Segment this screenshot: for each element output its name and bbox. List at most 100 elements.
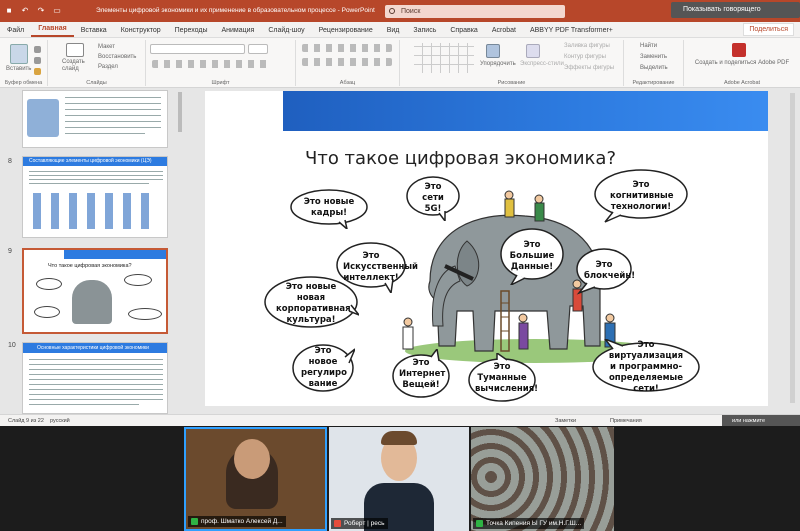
tab-animations[interactable]: Анимация (214, 27, 261, 37)
section-button[interactable]: Раздел (98, 64, 118, 70)
bubble-big-data: Это Большие Данные! (499, 227, 565, 285)
participant-name: проф. Шматко Алексей Д... (201, 518, 283, 525)
group-clipboard: Вставить Буфер обмена (0, 40, 48, 86)
tab-design[interactable]: Конструктор (114, 27, 168, 37)
tab-acrobat[interactable]: Acrobat (485, 27, 523, 37)
copy-icon[interactable] (34, 57, 41, 64)
thumbnail-slide-10[interactable]: Основные характеристики цифровой экономи… (22, 342, 168, 414)
new-slide-button[interactable]: Создать слайд (62, 59, 92, 73)
thumbnail-number: 9 (8, 248, 12, 255)
participant-video-3[interactable]: Точка Кипения Ы ГУ им.Н.Г.Ш... (471, 427, 614, 531)
paste-icon[interactable] (10, 44, 28, 64)
slide-counter: Слайд 9 из 22 (8, 418, 44, 424)
font-size-select[interactable] (248, 44, 268, 54)
video-participants-strip: проф. Шматко Алексей Д... Роберт | ресь … (0, 426, 800, 531)
tab-record[interactable]: Запись (406, 27, 443, 37)
select-button[interactable]: Выделить (640, 65, 668, 71)
thumbnail-slide-9[interactable]: Что такое цифровая экономика? (22, 248, 168, 334)
reset-button[interactable]: Восстановить (98, 54, 136, 60)
language-indicator[interactable]: русский (50, 418, 70, 424)
group-acrobat: Создать и поделиться Adobe PDF Adobe Acr… (684, 40, 800, 86)
bubble-text: Это Туманные вычисления! (475, 361, 539, 394)
participant-video-1[interactable]: проф. Шматко Алексей Д... (184, 427, 327, 531)
arrange-button[interactable]: Упорядочить (480, 61, 516, 67)
participant-video-2[interactable]: Роберт | ресь (329, 427, 469, 531)
tab-help[interactable]: Справка (443, 27, 484, 37)
show-speaker-overlay[interactable]: Показывать говорящего (671, 2, 800, 18)
slide-scrollbar[interactable] (790, 93, 795, 403)
tab-file[interactable]: Файл (0, 27, 31, 37)
start-slideshow-icon[interactable]: ▭ (52, 6, 62, 16)
find-button[interactable]: Найти (640, 43, 657, 49)
arrange-icon[interactable] (486, 44, 500, 58)
group-paragraph: Абзац (296, 40, 400, 86)
document-title: Элементы цифровой экономики и их примене… (96, 7, 375, 14)
editing-label: Редактирование (632, 80, 675, 86)
participant-name-tag: проф. Шматко Алексей Д... (188, 516, 286, 527)
tab-review[interactable]: Рецензирование (312, 27, 380, 37)
shape-effects-button[interactable]: Эффекты фигуры (564, 65, 614, 71)
quick-styles-icon[interactable] (526, 44, 540, 58)
save-icon[interactable]: ■ (4, 6, 14, 16)
ribbon: Вставить Буфер обмена Создать слайд Маке… (0, 38, 800, 88)
participant-name-tag: Точка Кипения Ы ГУ им.Н.Г.Ш... (473, 518, 585, 529)
thumb-elephant (72, 280, 112, 324)
layout-button[interactable]: Макет (98, 44, 115, 50)
mic-on-icon (191, 518, 198, 525)
shape-outline-button[interactable]: Контур фигуры (564, 54, 606, 60)
status-left: Слайд 9 из 22 русский (8, 418, 70, 424)
format-painter-icon[interactable] (34, 68, 41, 75)
quick-styles-button[interactable]: Экспресс-стили (520, 61, 564, 67)
redo-icon[interactable]: ↷ (36, 6, 46, 16)
search-icon (389, 8, 395, 14)
shape-fill-button[interactable]: Заливка фигуры (564, 43, 610, 49)
current-slide[interactable]: Что такое цифровая экономика? Это новые … (205, 91, 768, 406)
paste-button[interactable]: Вставить (6, 66, 31, 72)
replace-button[interactable]: Заменить (640, 54, 667, 60)
undo-icon[interactable]: ↶ (20, 6, 30, 16)
font-format-buttons[interactable] (152, 60, 272, 68)
tab-slideshow[interactable]: Слайд-шоу (261, 27, 311, 37)
thumbnail-slide-7[interactable] (22, 90, 168, 148)
thumb-icons-row (33, 193, 159, 229)
tab-view[interactable]: Вид (380, 27, 407, 37)
thumbnail-slide-8[interactable]: Составляющие элементы цифровой экономики… (22, 156, 168, 238)
tab-transitions[interactable]: Переходы (168, 27, 215, 37)
shapes-gallery[interactable] (414, 43, 474, 73)
bubble-text: Это когнитивные технологии! (610, 179, 674, 212)
share-button[interactable]: Поделиться (743, 23, 794, 36)
bubble-text: Это сети 5G! (422, 181, 444, 214)
tab-abbyy[interactable]: ABBYY PDF Transformer+ (523, 27, 620, 37)
bubble-text: Это новое регулиро вание (301, 346, 347, 389)
comments-button[interactable]: Примечания (610, 418, 642, 424)
align-buttons[interactable] (302, 58, 392, 66)
notes-button[interactable]: Заметки (555, 418, 576, 424)
bubble-new-staff: Это новые кадры! (289, 187, 369, 229)
new-slide-icon[interactable] (66, 43, 84, 57)
thumbnail-title: Основные характеристики цифровой экономи… (37, 345, 149, 351)
bubble-text: Это новые новая корпоративная культура! (276, 282, 351, 325)
adobe-pdf-icon[interactable] (732, 43, 746, 57)
clipboard-label: Буфер обмена (4, 80, 43, 86)
thumbnail-number: 8 (8, 158, 12, 165)
group-slides: Создать слайд Макет Восстановить Раздел … (48, 40, 146, 86)
participant-face (234, 439, 270, 479)
list-buttons[interactable] (302, 44, 392, 52)
cut-icon[interactable] (34, 46, 41, 53)
font-name-select[interactable] (150, 44, 245, 54)
bubble-fog-computing: Это Туманные вычисления! (467, 353, 539, 403)
tab-home[interactable]: Главная (31, 25, 74, 37)
tab-insert[interactable]: Вставка (74, 27, 114, 37)
group-editing: Найти Заменить Выделить Редактирование (624, 40, 684, 86)
bubble-iot: Это Интернет Вещей! (391, 349, 451, 399)
thumbnails-scrollbar[interactable] (178, 92, 182, 132)
bubble-text: Это блокчейн! (584, 260, 636, 281)
participant-name-tag: Роберт | ресь (331, 518, 388, 529)
search-box[interactable]: Поиск (385, 5, 565, 18)
search-placeholder: Поиск (401, 8, 421, 15)
bubble-regulation: Это новое регулиро вание (291, 343, 355, 393)
bubble-cognitive-tech: Это когнитивные технологии! (593, 168, 689, 224)
create-pdf-button[interactable]: Создать и поделиться Adobe PDF (690, 60, 794, 67)
thumbnail-number: 10 (8, 342, 16, 349)
slide-thumbnails-pane[interactable]: 8 Составляющие элементы цифровой экономи… (0, 88, 183, 414)
